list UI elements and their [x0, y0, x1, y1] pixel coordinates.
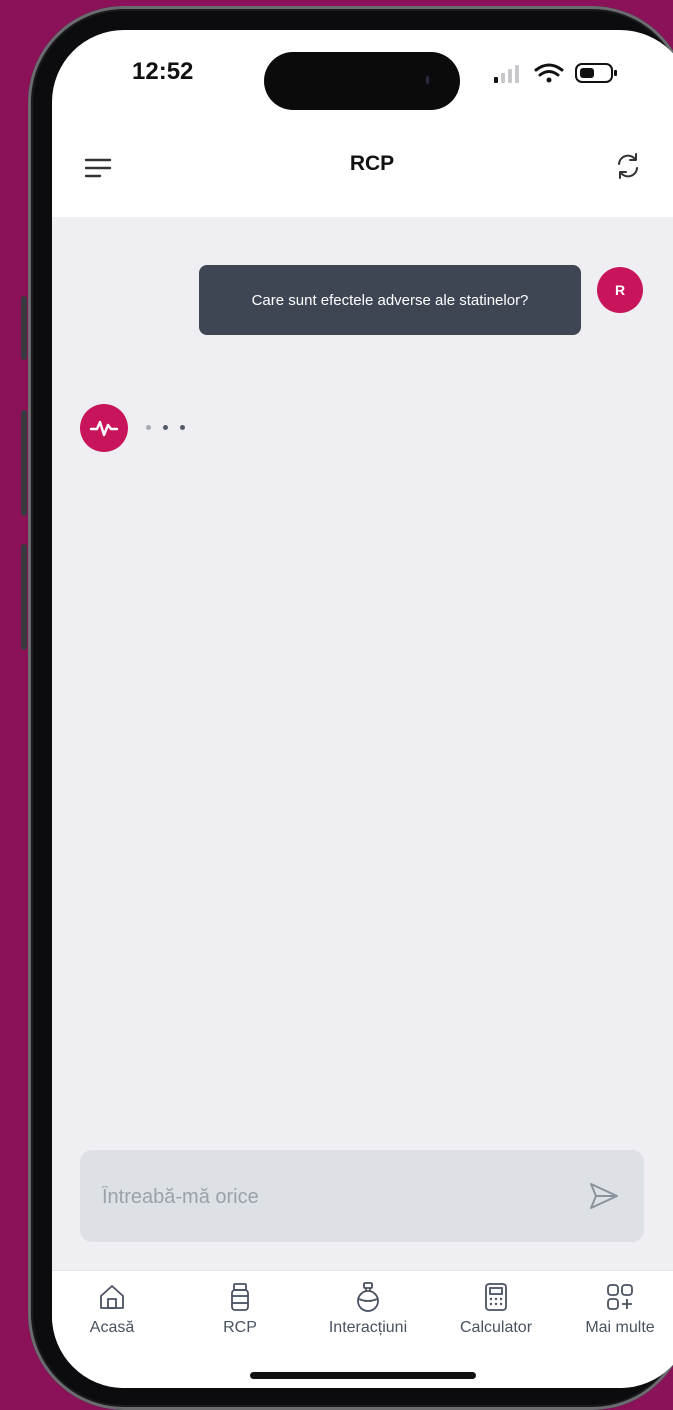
refresh-icon: [618, 153, 638, 179]
tab-label: Calculator: [459, 1319, 533, 1336]
message-input[interactable]: [100, 1150, 564, 1244]
wifi-icon: [534, 63, 564, 83]
volume-up-button: [21, 410, 27, 516]
pill-bottle-icon: [231, 1283, 249, 1311]
tab-home[interactable]: Acasă: [52, 1281, 172, 1337]
action-button: [21, 296, 27, 360]
signal-icon: [494, 65, 519, 83]
typing-indicator: [146, 425, 185, 430]
home-indicator[interactable]: [250, 1372, 476, 1379]
battery-icon: [575, 63, 617, 83]
send-icon: [590, 1183, 618, 1209]
volume-down-button: [21, 544, 27, 650]
message-input-container: [80, 1150, 644, 1244]
typing-dot: [146, 425, 151, 430]
user-avatar: R: [597, 267, 643, 313]
typing-dot: [180, 425, 185, 430]
chat-area[interactable]: Care sunt efectele adverse ale statinelo…: [52, 217, 673, 1270]
bottom-tab-bar: Acasă RCP Interacțiuni Calculator Mai mu…: [52, 1270, 673, 1388]
calculator-icon: [485, 1283, 507, 1311]
dynamic-island: [264, 52, 460, 110]
app-header: RCP: [52, 130, 673, 220]
tab-rcp[interactable]: RCP: [180, 1281, 300, 1337]
send-button[interactable]: [586, 1178, 622, 1214]
tab-more[interactable]: Mai multe: [560, 1281, 673, 1337]
tab-label: Acasă: [89, 1319, 135, 1336]
tab-interactions[interactable]: Interacțiuni: [308, 1281, 428, 1337]
flask-icon: [357, 1282, 379, 1312]
pulse-icon: [89, 420, 119, 437]
camera-dot: [426, 76, 429, 84]
tab-label: Interacțiuni: [328, 1319, 408, 1336]
tab-label: RCP: [223, 1319, 257, 1336]
user-message-text: Care sunt efectele adverse ale statinelo…: [251, 291, 529, 309]
app-screen: 12:52 RCP Care sunt efectele adverse ale…: [52, 30, 673, 1388]
assistant-avatar: [80, 404, 128, 452]
user-message-bubble: Care sunt efectele adverse ale statinelo…: [199, 265, 581, 335]
grid-plus-icon: [607, 1284, 633, 1310]
tab-calculator[interactable]: Calculator: [436, 1281, 556, 1337]
page-title: RCP: [349, 152, 395, 175]
typing-dot: [163, 425, 168, 430]
tab-label: Mai multe: [585, 1319, 655, 1336]
status-icons: [492, 60, 632, 86]
status-time: 12:52: [132, 58, 194, 85]
refresh-button[interactable]: [608, 146, 648, 186]
home-icon: [100, 1285, 124, 1309]
